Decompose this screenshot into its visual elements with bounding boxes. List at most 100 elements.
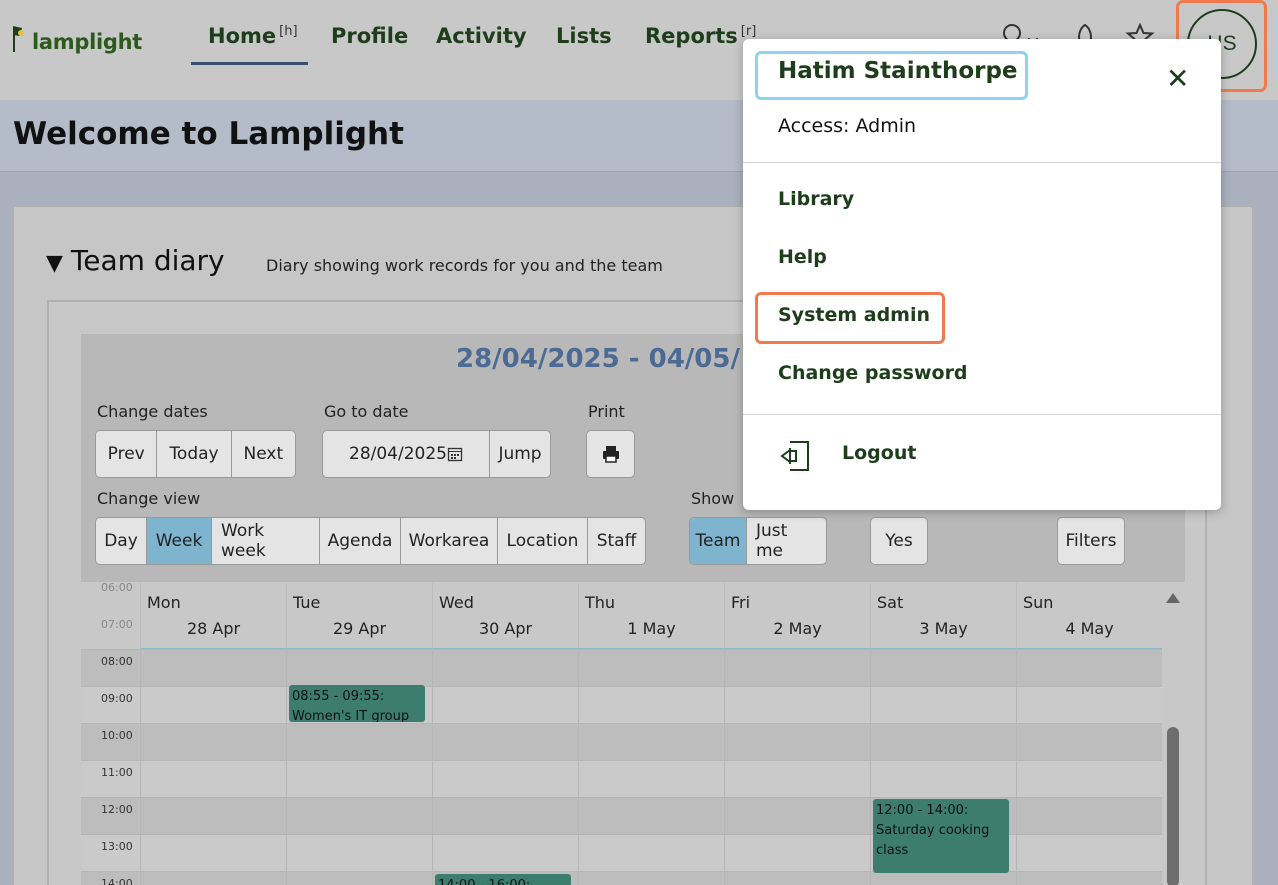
- show-team-button[interactable]: Team: [690, 518, 747, 564]
- team-diary-subtitle: Diary showing work records for you and t…: [266, 256, 663, 275]
- view-workarea-button[interactable]: Workarea: [401, 518, 498, 564]
- user-name-highlight: [755, 51, 1028, 100]
- next-button[interactable]: Next: [232, 431, 295, 477]
- show-label: Show: [691, 489, 735, 508]
- nav-lists-label: Lists: [556, 24, 612, 48]
- logout-link[interactable]: Logout: [842, 442, 916, 464]
- view-day-button[interactable]: Day: [96, 518, 147, 564]
- day-header-wed[interactable]: Wed 30 Apr: [432, 583, 578, 649]
- team-diary-heading[interactable]: ▼ Team diary: [46, 244, 225, 277]
- day-name: Wed: [439, 593, 474, 612]
- hour-label: 14:00: [101, 877, 133, 885]
- week-calendar-grid: 06:00 07:00 08:00 09:00 10:00 11:00 12:0…: [81, 583, 1162, 885]
- collapse-triangle-icon[interactable]: ▼: [46, 251, 63, 276]
- hour-label: 13:00: [101, 840, 133, 853]
- menu-item-help[interactable]: Help: [778, 246, 827, 268]
- nav-reports-shortcut: [r]: [740, 24, 757, 39]
- date-range-title: 28/04/2025 - 04/05/: [456, 344, 740, 374]
- yes-button[interactable]: Yes: [870, 517, 928, 565]
- nav-home-shortcut: [h]: [279, 24, 298, 39]
- team-diary-title: Team diary: [70, 244, 225, 277]
- event-time: 12:00 - 14:00:: [876, 803, 969, 818]
- prev-button[interactable]: Prev: [96, 431, 158, 477]
- view-work-week-button[interactable]: Work week: [212, 518, 320, 564]
- hour-row: [81, 649, 1162, 686]
- day-header-sun[interactable]: Sun 4 May: [1016, 583, 1162, 649]
- view-agenda-button[interactable]: Agenda: [320, 518, 401, 564]
- event-time: 08:55 - 09:55:: [292, 689, 385, 704]
- page-title: Welcome to Lamplight: [13, 116, 404, 152]
- system-admin-highlight: [755, 292, 945, 344]
- day-name: Fri: [731, 593, 751, 612]
- day-date: 2 May: [773, 619, 822, 638]
- day-date: 29 Apr: [332, 619, 387, 638]
- date-input[interactable]: 28/04/2025: [323, 431, 490, 477]
- day-name: Thu: [585, 593, 616, 612]
- menu-item-library[interactable]: Library: [778, 188, 854, 210]
- user-menu-popup: [743, 39, 1221, 510]
- view-switcher: Day Week Work week Agenda Workarea Locat…: [95, 517, 646, 565]
- go-to-date-label: Go to date: [324, 402, 409, 421]
- close-icon[interactable]: ✕: [1166, 62, 1189, 95]
- hour-label: 07:00: [101, 618, 133, 631]
- nav-profile[interactable]: Profile: [331, 24, 408, 48]
- nav-activity[interactable]: Activity: [436, 24, 527, 48]
- event-title: Women's IT group: [292, 709, 410, 722]
- calendar-event[interactable]: 14:00 - 16:00:: [435, 874, 571, 885]
- event-title: Saturday cooking class: [876, 823, 990, 858]
- day-header-fri[interactable]: Fri 2 May: [724, 583, 870, 649]
- change-dates-group: Prev Today Next: [95, 430, 296, 478]
- nav-home[interactable]: Home [h]: [208, 24, 298, 48]
- menu-divider: [743, 162, 1221, 163]
- calendar-icon[interactable]: [447, 446, 463, 462]
- day-name: Sun: [1023, 593, 1054, 612]
- day-header-mon[interactable]: Mon 28 Apr: [140, 583, 286, 649]
- menu-divider: [743, 414, 1221, 415]
- hour-row: [81, 871, 1162, 885]
- day-header-sat[interactable]: Sat 3 May: [870, 583, 1016, 649]
- date-input-value: 28/04/2025: [349, 444, 447, 464]
- lamplight-logo[interactable]: lamplight: [10, 20, 142, 54]
- scrollbar-thumb[interactable]: [1167, 727, 1179, 885]
- hour-label: 11:00: [101, 766, 133, 779]
- hour-label: 08:00: [101, 655, 133, 668]
- nav-reports[interactable]: Reports [r]: [645, 24, 756, 48]
- view-week-button[interactable]: Week: [147, 518, 212, 564]
- hour-label: 06:00: [101, 583, 133, 594]
- day-date: 30 Apr: [478, 619, 533, 638]
- nav-profile-label: Profile: [331, 24, 409, 48]
- jump-button[interactable]: Jump: [490, 431, 550, 477]
- print-button[interactable]: [586, 430, 635, 478]
- day-name: Tue: [293, 593, 321, 612]
- change-dates-label: Change dates: [97, 402, 208, 421]
- lamp-icon: [13, 26, 24, 52]
- calendar-event[interactable]: 12:00 - 14:00: Saturday cooking class: [873, 799, 1009, 873]
- logo-text: lamplight: [32, 30, 143, 54]
- hour-row: [81, 686, 1162, 723]
- filters-button[interactable]: Filters: [1057, 517, 1125, 565]
- view-location-button[interactable]: Location: [498, 518, 588, 564]
- event-time: 14:00 - 16:00:: [438, 876, 568, 885]
- show-just-me-button[interactable]: Just me: [747, 518, 826, 564]
- go-to-date-group: 28/04/2025 Jump: [322, 430, 551, 478]
- nav-lists[interactable]: Lists: [556, 24, 612, 48]
- today-button[interactable]: Today: [157, 431, 232, 477]
- active-nav-underline: [191, 62, 308, 65]
- hour-label: 10:00: [101, 729, 133, 742]
- printer-icon: [602, 446, 619, 463]
- hour-label: 12:00: [101, 803, 133, 816]
- day-header-tue[interactable]: Tue 29 Apr: [286, 583, 432, 649]
- day-header-thu[interactable]: Thu 1 May: [578, 583, 724, 649]
- calendar-event[interactable]: 08:55 - 09:55: Women's IT group: [289, 685, 425, 722]
- scroll-up-arrow-icon[interactable]: [1166, 593, 1180, 603]
- access-level: Access: Admin: [778, 115, 917, 137]
- day-date: 4 May: [1065, 619, 1114, 638]
- day-date: 28 Apr: [186, 619, 241, 638]
- view-staff-button[interactable]: Staff: [588, 518, 645, 564]
- logout-icon[interactable]: [778, 438, 812, 479]
- day-date: 3 May: [919, 619, 968, 638]
- hour-row: [81, 723, 1162, 760]
- nav-activity-label: Activity: [436, 24, 527, 48]
- nav-home-label: Home: [208, 24, 277, 48]
- menu-item-change-password[interactable]: Change password: [778, 362, 968, 384]
